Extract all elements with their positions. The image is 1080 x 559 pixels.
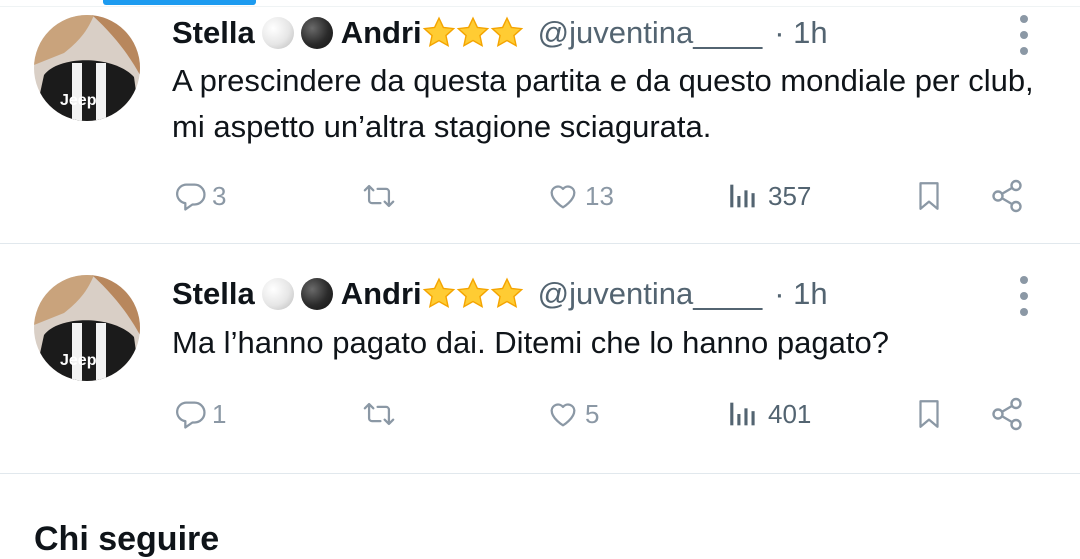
white-circle-emoji-icon [261, 278, 294, 310]
author-name-suffix[interactable]: Andri [341, 15, 422, 51]
author-name-suffix[interactable]: Andri [341, 276, 422, 312]
bookmark-button[interactable] [912, 174, 946, 218]
bookmark-icon [919, 182, 939, 210]
tweet-actions: 3 13 357 [0, 174, 1080, 218]
like-count: 5 [585, 398, 600, 429]
white-circle-emoji-icon [261, 17, 294, 49]
retweet-icon [363, 402, 395, 426]
views-count: 401 [768, 398, 812, 429]
tweet-text: Ma l’hanno pagato dai. Ditemi che lo han… [172, 325, 889, 360]
avatar[interactable]: Jeep [34, 275, 140, 381]
star-emoji-icon [456, 277, 489, 308]
reply-button[interactable]: 3 [174, 174, 226, 218]
black-circle-emoji-icon [300, 17, 333, 49]
reply-count: 3 [212, 180, 227, 211]
views-chart-icon [730, 184, 755, 208]
reply-button[interactable]: 1 [174, 392, 226, 436]
views-button[interactable]: 357 [726, 174, 811, 218]
star-emoji-icon [456, 16, 489, 47]
tweet-actions: 1 5 401 [0, 392, 1080, 436]
author-name[interactable]: Stella [172, 15, 255, 51]
more-options-icon[interactable] [1018, 276, 1030, 316]
retweet-button[interactable] [358, 392, 400, 436]
tweet-card[interactable]: Jeep Stella Andri @juventina____ · 1h A … [0, 0, 1080, 244]
views-button[interactable]: 401 [726, 392, 811, 436]
author-handle[interactable]: @juventina____ [538, 15, 763, 51]
star-emoji-icon [422, 277, 455, 308]
like-button[interactable]: 13 [545, 174, 614, 218]
tweet-card[interactable]: Jeep Stella Andri @juventina____ · 1h Ma… [0, 244, 1080, 474]
heart-icon [550, 185, 576, 209]
views-chart-icon [730, 402, 755, 426]
star-emoji-icon [490, 16, 523, 47]
tweet-timestamp[interactable]: · 1h [774, 276, 827, 312]
share-button[interactable] [988, 174, 1026, 218]
tweet-timestamp[interactable]: · 1h [774, 15, 827, 51]
reply-icon [176, 401, 206, 429]
avatar[interactable]: Jeep [34, 15, 140, 121]
views-count: 357 [768, 180, 812, 211]
star-emoji-icon [490, 277, 523, 308]
more-options-icon[interactable] [1018, 15, 1030, 55]
tweet-text: A prescindere da questa partita e da que… [172, 63, 1034, 144]
bookmark-icon [919, 400, 939, 428]
share-button[interactable] [988, 392, 1026, 436]
tweet-header: Stella Andri @juventina____ · 1h [172, 13, 828, 53]
bookmark-button[interactable] [912, 392, 946, 436]
author-handle[interactable]: @juventina____ [538, 276, 763, 312]
svg-text:Jeep: Jeep [60, 92, 97, 109]
black-circle-emoji-icon [300, 278, 333, 310]
like-button[interactable]: 5 [545, 392, 599, 436]
share-icon [992, 179, 1022, 213]
reply-count: 1 [212, 398, 227, 429]
heart-icon [550, 403, 576, 427]
like-count: 13 [585, 180, 614, 211]
tweet-header: Stella Andri @juventina____ · 1h [172, 274, 828, 314]
share-icon [992, 397, 1022, 431]
retweet-button[interactable] [358, 174, 400, 218]
reply-icon [176, 183, 206, 211]
star-emoji-icon [422, 16, 455, 47]
who-to-follow-heading: Chi seguire [34, 520, 220, 558]
svg-text:Jeep: Jeep [60, 352, 97, 369]
retweet-icon [363, 184, 395, 208]
author-name[interactable]: Stella [172, 276, 255, 312]
